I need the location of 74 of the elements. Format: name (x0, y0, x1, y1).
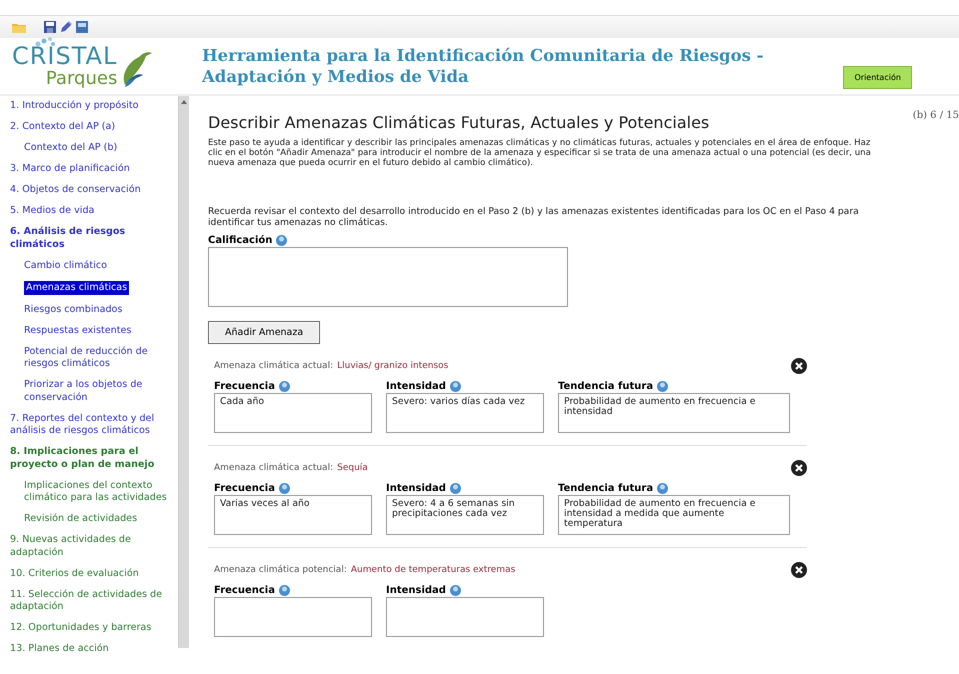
field-label: Calificación (208, 234, 272, 246)
nav-link[interactable]: Potencial de reducción de riesgos climáticos (24, 346, 178, 370)
field-label: Intensidad (386, 482, 446, 494)
nav-link[interactable]: Revisión de actividades (24, 513, 138, 526)
threat-type: Amenaza climática potencial: (214, 565, 347, 575)
nav-link[interactable]: 12. Oportunidades y barreras (10, 622, 152, 634)
intro-text: Este paso te ayuda a identificar y describir las principales amenazas climáticas y no climáticas futuras, actuales y potenciales en el área de enfoque. Haz clic en el botón "Añadir Amenaza" para introducir el nombre de la amenaza y especificar si se trata de una amenaza actual o una potencial (es decir, una nueva amenaza que pueda ocurrir en el futuro debido al cambio climático). (208, 138, 872, 168)
help-icon[interactable] (450, 482, 461, 494)
close-icon[interactable] (791, 460, 807, 476)
nav-link[interactable]: 6. Análisis de riesgos climáticos (10, 226, 178, 251)
page-title: Describir Amenazas Climáticas Futuras, Actuales y Potenciales (208, 113, 710, 132)
help-icon[interactable] (278, 482, 290, 494)
page-counter: (b) 6 / 15 (912, 110, 959, 121)
app-subtitle: Adaptación y Medios de Vida (202, 66, 470, 87)
nav-link[interactable]: Riesgos combinados (24, 304, 122, 316)
text-area[interactable]: Varias veces al año (214, 495, 372, 535)
field-label: Tendencia futura (558, 482, 654, 494)
nav-link[interactable]: 4. Objetos de conservación (10, 184, 141, 196)
threat-name: Lluvias/ granizo intensos (337, 361, 448, 371)
nav-link[interactable]: Amenazas climáticas (24, 280, 130, 295)
text-area[interactable]: Severo: varios días cada vez (386, 393, 544, 433)
nav-link[interactable]: Implicaciones del contexto climático para las actividades (24, 480, 178, 504)
text-area[interactable]: Severo: 4 a 6 semanas sin precipitaciones cada vez (386, 495, 544, 535)
help-icon[interactable] (657, 482, 668, 494)
threat-type: Amenaza climática actual: (214, 361, 334, 371)
nav-link[interactable]: Cambio climático (24, 260, 107, 272)
threat-name: Sequía (337, 463, 368, 473)
nav-link[interactable]: Respuestas existentes (24, 324, 132, 337)
threat-type: Amenaza climática actual: (214, 463, 334, 473)
field-label: Tendencia futura (558, 380, 654, 392)
orientation-button[interactable]: Orientación (843, 66, 912, 88)
text-area[interactable]: Probabilidad de aumento en frecuencia e intensidad (558, 393, 790, 433)
field-label: Intensidad (386, 380, 446, 392)
help-icon[interactable] (278, 584, 290, 596)
help-icon[interactable] (276, 234, 288, 246)
close-icon[interactable] (791, 358, 807, 374)
add-threat-button[interactable]: Añadir Amenaza (208, 321, 320, 344)
nav-link[interactable]: 3. Marco de planificación (10, 163, 130, 176)
nav-link[interactable]: 10. Criterios de evaluación (10, 568, 139, 580)
save-icon[interactable] (44, 21, 56, 33)
field-label: Frecuencia (214, 482, 275, 494)
threat-name: Aumento de temperaturas extremas (350, 565, 516, 575)
app-title: Herramienta para la Identificación Comunitaria de Riesgos - (202, 45, 764, 66)
nav-link[interactable]: 2. Contexto del AP (a) (10, 121, 116, 134)
scroll-up-icon[interactable] (181, 100, 187, 104)
folder-icon[interactable] (12, 22, 26, 32)
text-area[interactable]: Probabilidad de aumento en frecuencia e intensidad a medida que aumente temperatura (558, 495, 790, 535)
help-icon[interactable] (657, 380, 668, 392)
dots-icon (34, 37, 56, 47)
scrollbar[interactable] (178, 96, 189, 648)
nav-link[interactable]: Priorizar a los objetos de conservación (24, 379, 178, 404)
reminder-text: Recuerda revisar el contexto del desarrollo introducido en el Paso 2 (b) y las amenazas existentes identificadas para los OC en el Paso 4 para identificar tus amenazas no climáticas. (208, 206, 860, 228)
close-icon[interactable] (791, 562, 807, 578)
logo-subtitle: Parques (46, 69, 118, 89)
field-label: Frecuencia (214, 380, 275, 392)
help-icon[interactable] (450, 380, 461, 392)
nav-link[interactable]: 5. Medios de vida (10, 205, 94, 218)
help-icon[interactable] (450, 584, 461, 596)
nav-link[interactable]: 13. Planes de acción (10, 643, 109, 656)
field-label: Frecuencia (214, 584, 275, 596)
text-area[interactable]: Cada año (214, 393, 372, 433)
rating-field[interactable] (208, 247, 568, 307)
nav-link[interactable]: 11. Selección de actividades de adaptación (10, 588, 178, 614)
nav-link[interactable]: 7. Reportes del contexto y del análisis de riesgos climáticos (10, 412, 178, 438)
text-area[interactable] (214, 597, 372, 637)
field-label: Intensidad (386, 584, 446, 596)
pencil-icon[interactable] (60, 21, 72, 33)
logo-name: CRISTAL (12, 43, 118, 69)
nav-link[interactable]: 8. Implicaciones para el proyecto o plan de manejo (10, 446, 178, 471)
text-area[interactable] (386, 597, 544, 637)
help-icon[interactable] (278, 380, 290, 392)
nav-link[interactable]: 9. Nuevas actividades de adaptación (10, 534, 178, 559)
nav-link[interactable]: 1. Introducción y propósito (10, 100, 139, 112)
nav-link[interactable]: Contexto del AP (b) (24, 142, 118, 154)
